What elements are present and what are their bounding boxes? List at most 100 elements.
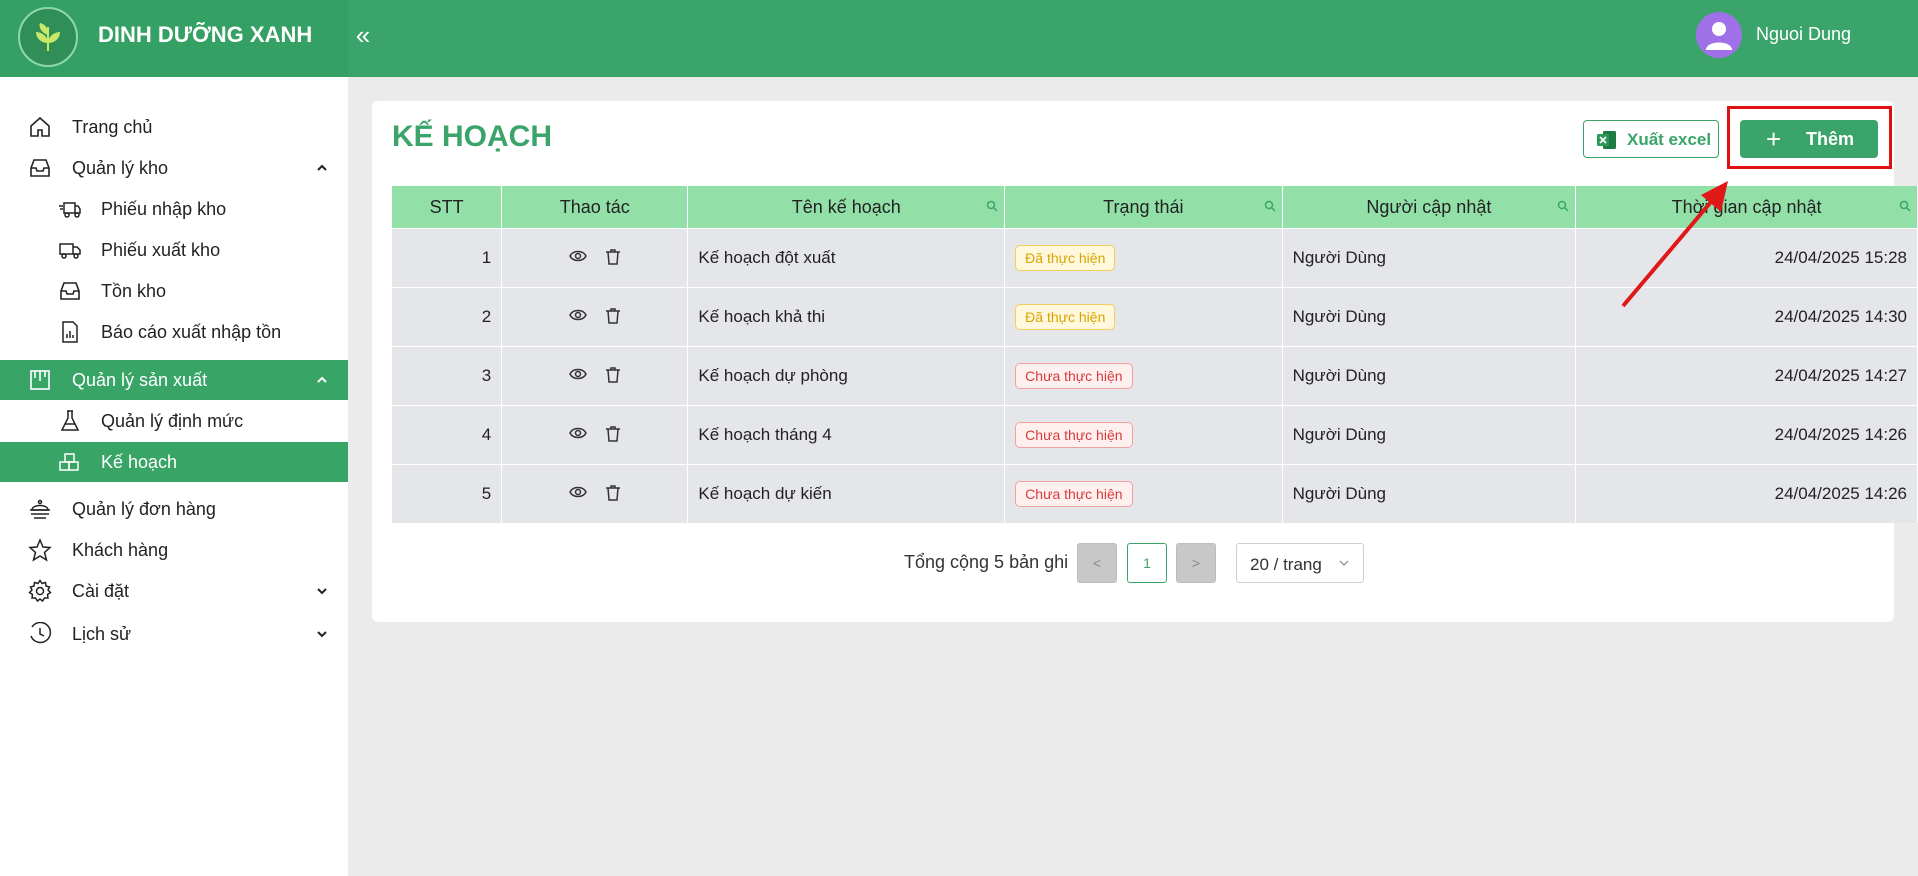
sidebar-item-warehouse[interactable]: Quản lý kho [0,148,348,188]
sidebar-item-label: Báo cáo xuất nhập tồn [101,322,282,342]
sidebar-item-label: Kế hoạch [101,452,178,472]
table-header-row: STT Thao tác Tên kế hoạch Trạng thái Ngư… [392,186,1918,229]
column-header-time[interactable]: Thời gian cập nhật [1575,186,1918,229]
cell-user: Người Dùng [1282,405,1577,465]
excel-icon [1597,131,1616,149]
chevron-down-icon [317,631,327,638]
chevron-down-icon [317,588,327,595]
cell-plan-name: Kế hoạch dự kiến [687,464,1006,523]
cell-plan-name: Kế hoạch đột xuất [687,228,1006,288]
sidebar-item-label: Cài đặt [72,581,130,601]
cell-status: Đã thực hiện [1004,287,1283,347]
column-header-label: Người cập nhật [1366,196,1492,217]
page-1-button[interactable]: 1 [1127,543,1167,583]
order-icon [30,499,50,519]
sidebar-item-norm-management[interactable]: Quản lý định mức [0,401,348,441]
sidebar-item-label: Khách hàng [72,540,169,560]
column-header-actions: Thao tác [501,186,689,229]
column-header-user[interactable]: Người cập nhật [1282,186,1577,229]
sidebar-item-settings[interactable]: Cài đặt [0,571,348,611]
trash-icon[interactable] [605,366,621,383]
search-icon[interactable] [1264,200,1276,212]
cell-user: Người Dùng [1282,464,1577,523]
chevron-down-icon [1339,560,1349,567]
search-icon[interactable] [986,200,998,212]
cell-time: 24/04/2025 14:30 [1575,287,1918,347]
table-row: 5 Kế hoạch dự kiến Chưa thực hiện Người … [392,464,1918,523]
eye-icon[interactable] [568,367,587,381]
sidebar-item-inventory-report[interactable]: Báo cáo xuất nhập tồn [0,312,348,352]
table-row: 2 Kế hoạch khả thi Đã thực hiện Người Dù… [392,287,1918,347]
sidebar-item-orders[interactable]: Quản lý đơn hàng [0,489,348,529]
sidebar-item-label: Phiếu xuất kho [101,240,221,260]
table-body: 1 Kế hoạch đột xuất Đã thực hiện Người D… [392,228,1918,523]
star-icon [28,538,52,562]
sidebar-item-label: Quản lý định mức [101,411,244,431]
cell-plan-name: Kế hoạch dự phòng [687,346,1006,406]
cell-status: Chưa thực hiện [1004,464,1283,523]
column-header-status[interactable]: Trạng thái [1004,186,1283,229]
sidebar-item-export-slip[interactable]: Phiếu xuất kho [0,230,348,270]
eye-icon[interactable] [568,249,587,263]
inbox-icon [30,159,50,177]
eye-icon[interactable] [568,485,587,499]
cell-time: 24/04/2025 14:27 [1575,346,1918,406]
column-header-stt: STT [392,186,503,229]
cell-time: 24/04/2025 14:26 [1575,405,1918,465]
trash-icon[interactable] [605,425,621,442]
export-excel-button[interactable]: Xuất excel [1583,120,1719,158]
column-header-label: Thời gian cập nhật [1671,196,1822,217]
highlight-box [1727,106,1892,169]
cell-actions [501,346,689,406]
user-name[interactable]: Nguoi Dung [1756,24,1851,45]
sidebar-item-label: Phiếu nhập kho [101,199,227,219]
sidebar-item-plan[interactable]: Kế hoạch [0,442,348,482]
truck-in-icon [59,202,81,218]
sidebar-item-import-slip[interactable]: Phiếu nhập kho [0,189,348,229]
status-badge: Chưa thực hiện [1015,363,1133,389]
chevron-up-icon [317,376,327,383]
column-header-label: Tên kế hoạch [791,196,901,217]
top-header: DINH DƯỠNG XANH « Nguoi Dung [0,0,1918,77]
chevron-up-icon [317,164,327,171]
sidebar-item-customers[interactable]: Khách hàng [0,530,348,570]
sidebar-item-production[interactable]: Quản lý sản xuất [0,360,348,400]
table-row: 1 Kế hoạch đột xuất Đã thực hiện Người D… [392,228,1918,288]
eye-icon[interactable] [568,426,587,440]
cell-actions [501,464,689,523]
sidebar-item-label: Lịch sử [72,624,132,644]
page-size-value: 20 / trang [1250,555,1322,574]
sidebar-item-home[interactable]: Trang chủ [0,107,348,147]
sidebar-item-label: Quản lý sản xuất [72,370,208,390]
trash-icon[interactable] [605,248,621,265]
column-header-name[interactable]: Tên kế hoạch [687,186,1006,229]
prev-page-button[interactable]: < [1077,543,1117,583]
cell-stt: 1 [392,228,503,288]
search-icon[interactable] [1899,200,1911,212]
next-page-button[interactable]: > [1176,543,1216,583]
sidebar-item-stock[interactable]: Tồn kho [0,271,348,311]
inbox-icon [60,282,80,300]
trash-icon[interactable] [605,307,621,324]
collapse-sidebar-button[interactable]: « [350,20,376,50]
truck-out-icon [59,243,81,259]
user-avatar[interactable] [1696,12,1742,58]
cell-plan-name: Kế hoạch khả thi [687,287,1006,347]
search-icon[interactable] [1557,200,1569,212]
gear-icon [28,579,52,603]
cell-status: Chưa thực hiện [1004,346,1283,406]
cell-actions [501,287,689,347]
plan-table: STT Thao tác Tên kế hoạch Trạng thái Ngư… [392,186,1918,523]
brand-name: DINH DƯỠNG XANH [98,22,313,47]
status-badge: Chưa thực hiện [1015,481,1133,507]
cell-time: 24/04/2025 14:26 [1575,464,1918,523]
trash-icon[interactable] [605,484,621,501]
cell-time: 24/04/2025 15:28 [1575,228,1918,288]
sidebar-item-history[interactable]: Lịch sử [0,614,348,654]
cell-status: Đã thực hiện [1004,228,1283,288]
status-badge: Đã thực hiện [1015,245,1116,271]
eye-icon[interactable] [568,308,587,322]
page-size-select[interactable]: 20 / trang [1236,543,1364,583]
home-icon [30,116,50,137]
cell-user: Người Dùng [1282,228,1577,288]
